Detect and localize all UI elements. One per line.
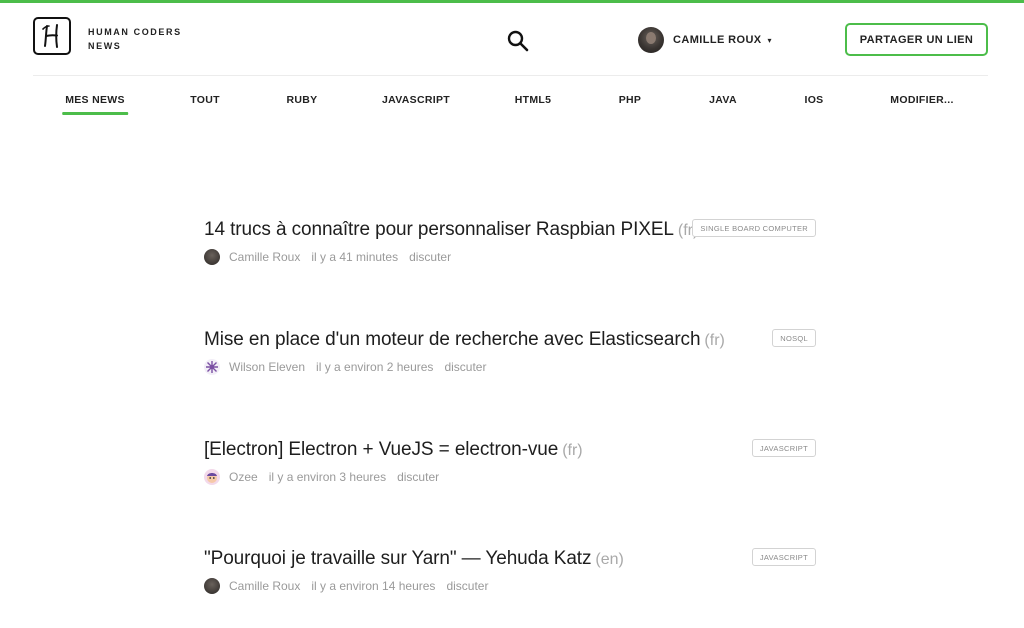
tab-html5[interactable]: HTML5 xyxy=(515,94,552,106)
article-time: il y a environ 14 heures xyxy=(311,579,436,593)
article-title-link[interactable]: "Pourquoi je travaille sur Yarn" — Yehud… xyxy=(204,548,591,569)
article-tag[interactable]: JAVASCRIPT xyxy=(751,548,816,566)
article-tag[interactable]: JAVASCRIPT xyxy=(751,439,816,457)
discuss-link[interactable]: discuter xyxy=(409,250,451,264)
share-link-button[interactable]: PARTAGER UN LIEN xyxy=(845,23,988,56)
tab-java[interactable]: JAVA xyxy=(709,94,737,106)
brand-line-2: NEWS xyxy=(88,41,122,51)
identicon-icon xyxy=(206,361,218,373)
tab-ruby[interactable]: RUBY xyxy=(287,94,318,106)
tab-ios[interactable]: IOS xyxy=(805,94,824,106)
author-link[interactable]: Camille Roux xyxy=(229,579,300,593)
article-tag[interactable]: SINGLE BOARD COMPUTER xyxy=(692,219,816,237)
category-nav: MES NEWS TOUT RUBY JAVASCRIPT HTML5 PHP … xyxy=(0,88,1024,118)
cartoon-face-icon xyxy=(207,473,217,483)
user-name: CAMILLE ROUX xyxy=(673,34,762,46)
article-meta: Wilson Eleven il y a environ 2 heures di… xyxy=(204,359,486,375)
author-avatar[interactable] xyxy=(204,469,220,485)
article-language: (fr) xyxy=(562,442,583,459)
author-avatar[interactable] xyxy=(204,249,220,265)
article-meta: Camille Roux il y a 41 minutes discuter xyxy=(204,249,451,265)
author-avatar[interactable] xyxy=(204,359,220,375)
author-link[interactable]: Ozee xyxy=(229,470,258,484)
article-title-link[interactable]: 14 trucs à connaître pour personnaliser … xyxy=(204,219,674,240)
tab-php[interactable]: PHP xyxy=(619,94,642,106)
article-title-line: 14 trucs à connaître pour personnaliser … xyxy=(204,219,698,241)
avatar xyxy=(638,27,664,53)
discuss-link[interactable]: discuter xyxy=(444,360,486,374)
tab-mes-news[interactable]: MES NEWS xyxy=(62,94,128,115)
article-language: (en) xyxy=(595,551,624,568)
discuss-link[interactable]: discuter xyxy=(397,470,439,484)
site-logo[interactable] xyxy=(33,17,71,55)
article-time: il y a environ 3 heures xyxy=(268,470,387,484)
article-language: (fr) xyxy=(704,332,725,349)
list-item: Mise en place d'un moteur de recherche a… xyxy=(204,329,816,389)
author-link[interactable]: Camille Roux xyxy=(229,250,300,264)
article-time: il y a environ 2 heures xyxy=(316,360,434,374)
article-title-line: "Pourquoi je travaille sur Yarn" — Yehud… xyxy=(204,548,624,570)
article-tag[interactable]: NOSQL xyxy=(772,329,816,347)
user-menu[interactable]: CAMILLE ROUX ▾ xyxy=(638,27,772,53)
author-link[interactable]: Wilson Eleven xyxy=(229,360,305,374)
article-title-line: [Electron] Electron + VueJS = electron-v… xyxy=(204,439,583,461)
tab-modifier[interactable]: MODIFIER... xyxy=(890,94,953,106)
article-title-link[interactable]: Mise en place d'un moteur de recherche a… xyxy=(204,329,701,350)
list-item: [Electron] Electron + VueJS = electron-v… xyxy=(204,439,816,499)
list-item: "Pourquoi je travaille sur Yarn" — Yehud… xyxy=(204,548,816,608)
article-meta: Camille Roux il y a environ 14 heures di… xyxy=(204,578,488,594)
list-item: 14 trucs à connaître pour personnaliser … xyxy=(204,219,816,279)
logo-h-icon xyxy=(42,24,58,48)
tab-javascript[interactable]: JAVASCRIPT xyxy=(382,94,450,106)
site-header: HUMAN CODERS NEWS CAMILLE ROUX ▾ PARTAGE… xyxy=(33,3,988,76)
search-button[interactable] xyxy=(507,30,529,52)
author-avatar[interactable] xyxy=(204,578,220,594)
tab-tout[interactable]: TOUT xyxy=(190,94,220,106)
discuss-link[interactable]: discuter xyxy=(446,579,488,593)
brand-line-1: HUMAN CODERS xyxy=(88,27,182,37)
search-icon xyxy=(507,30,529,52)
article-time: il y a 41 minutes xyxy=(311,250,399,264)
article-title-link[interactable]: [Electron] Electron + VueJS = electron-v… xyxy=(204,439,558,460)
chevron-down-icon: ▾ xyxy=(767,35,772,45)
article-meta: Ozee il y a environ 3 heures discuter xyxy=(204,469,439,485)
article-title-line: Mise en place d'un moteur de recherche a… xyxy=(204,329,725,351)
brand-name: HUMAN CODERS NEWS xyxy=(88,25,182,53)
